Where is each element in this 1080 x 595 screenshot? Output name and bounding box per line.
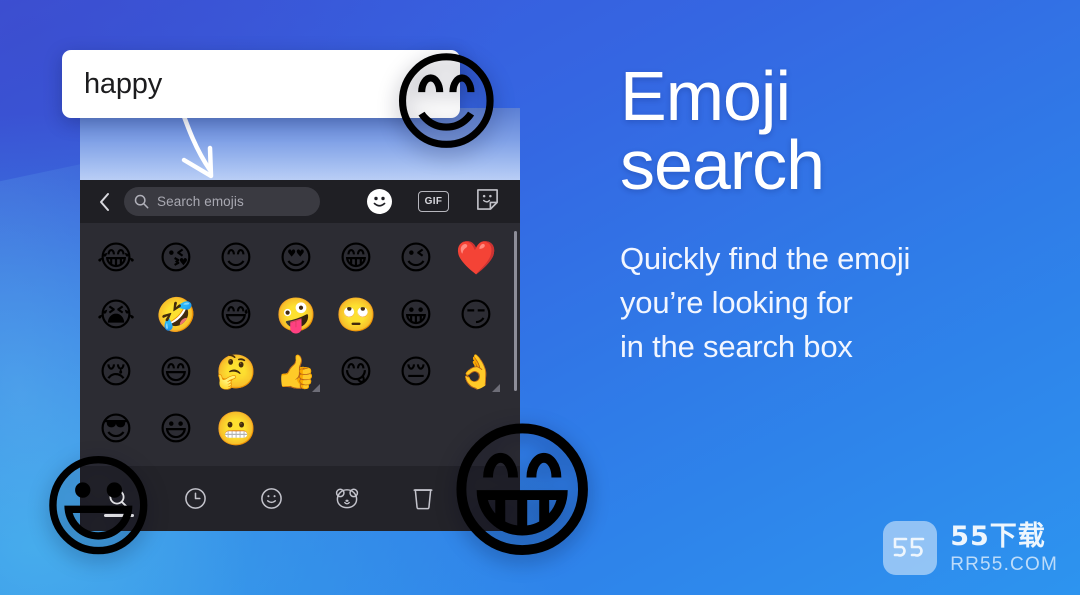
emoji-cell[interactable]: 😀 — [386, 286, 446, 343]
search-emojis-input[interactable]: Search emojis — [124, 187, 320, 216]
floating-emoji-beaming-face: 😁 — [444, 406, 601, 580]
page-title: Emoji search — [620, 61, 1050, 204]
emoji-cell[interactable]: 🙄 — [326, 286, 386, 343]
promo-copy: Emoji search Quickly find the emoji you’… — [620, 61, 1050, 369]
emoji-grid-scrollbar[interactable] — [514, 231, 517, 391]
clock-icon — [184, 488, 206, 509]
emoji-cell[interactable]: 😬 — [206, 400, 266, 457]
emoji-cell[interactable]: 😢 — [86, 343, 146, 400]
emoji-cell[interactable]: 🤪 — [266, 286, 326, 343]
subtitle-line-1: Quickly find the emoji — [620, 241, 911, 277]
emoji-cell[interactable]: 👍 — [266, 343, 326, 400]
floating-emoji-grinning-big-eyes: 😃 — [40, 443, 157, 573]
category-food[interactable] — [406, 479, 440, 519]
emoji-tab[interactable] — [367, 189, 392, 214]
category-animals[interactable] — [330, 479, 364, 519]
emoji-row: 😢 😄 🤔 👍 😋 😔 👌 — [80, 343, 520, 400]
bear-icon — [335, 488, 359, 509]
search-icon — [134, 194, 149, 209]
emoji-cell[interactable]: 😁 — [326, 229, 386, 286]
back-button[interactable] — [90, 188, 118, 216]
emoji-cell[interactable]: ❤️ — [446, 229, 506, 286]
chevron-left-icon — [99, 192, 109, 211]
watermark: 55下载 RR55.COM — [883, 521, 1058, 575]
emoji-cell[interactable]: 😉 — [386, 229, 446, 286]
promo-subtitle: Quickly find the emoji you’re looking fo… — [620, 237, 1050, 369]
category-smileys[interactable] — [254, 479, 288, 519]
emoji-cell[interactable]: 😅 — [206, 286, 266, 343]
sticker-tab[interactable] — [475, 187, 500, 217]
emoji-cell[interactable]: 😂 — [86, 229, 146, 286]
smiley-outline-icon — [260, 488, 282, 509]
gif-tab[interactable]: GIF — [418, 191, 449, 212]
promo-banner: Search emojis GIF 😂 😘 😊 😍 😁 😉 ❤️ 😭 🤣 😅 🤪… — [0, 0, 1080, 595]
emoji-cell[interactable]: 😄 — [146, 343, 206, 400]
watermark-url: RR55.COM — [950, 553, 1058, 575]
emoji-cell[interactable]: 👌 — [446, 343, 506, 400]
gif-label: GIF — [424, 196, 443, 207]
floating-emoji-smiling-face: 😊 — [390, 41, 503, 166]
cup-icon — [413, 489, 433, 510]
headline-line-1: Emoji — [620, 57, 791, 135]
category-recent[interactable] — [178, 479, 212, 519]
emoji-row: 😭 🤣 😅 🤪 🙄 😀 😏 — [80, 286, 520, 343]
subtitle-line-2: you’re looking for — [620, 285, 853, 321]
headline-line-2: search — [620, 125, 825, 204]
emoji-row: 😂 😘 😊 😍 😁 😉 ❤️ — [80, 229, 520, 286]
emoji-cell[interactable]: 😋 — [326, 343, 386, 400]
search-emojis-placeholder: Search emojis — [157, 194, 244, 209]
message-input-value: happy — [84, 67, 163, 100]
watermark-text: 55下载 RR55.COM — [950, 523, 1058, 574]
emoji-cell[interactable]: 😔 — [386, 343, 446, 400]
emoji-cell[interactable]: 😍 — [266, 229, 326, 286]
emoji-cell[interactable]: 😊 — [206, 229, 266, 286]
subtitle-line-3: in the search box — [620, 329, 853, 365]
emoji-cell[interactable]: 🤣 — [146, 286, 206, 343]
watermark-name: 55下载 — [950, 520, 1046, 552]
sticker-icon — [477, 188, 498, 210]
keyboard-topbar: Search emojis GIF — [80, 180, 520, 223]
55-logo-glyph — [893, 537, 925, 557]
emoji-cell[interactable]: 🤔 — [206, 343, 266, 400]
smiley-filled-icon — [373, 196, 386, 207]
emoji-cell[interactable]: 😘 — [146, 229, 206, 286]
keyboard-top-actions: GIF — [367, 187, 510, 217]
55-logo-icon — [883, 521, 938, 575]
emoji-cell[interactable]: 😭 — [86, 286, 146, 343]
emoji-cell[interactable]: 😏 — [446, 286, 506, 343]
